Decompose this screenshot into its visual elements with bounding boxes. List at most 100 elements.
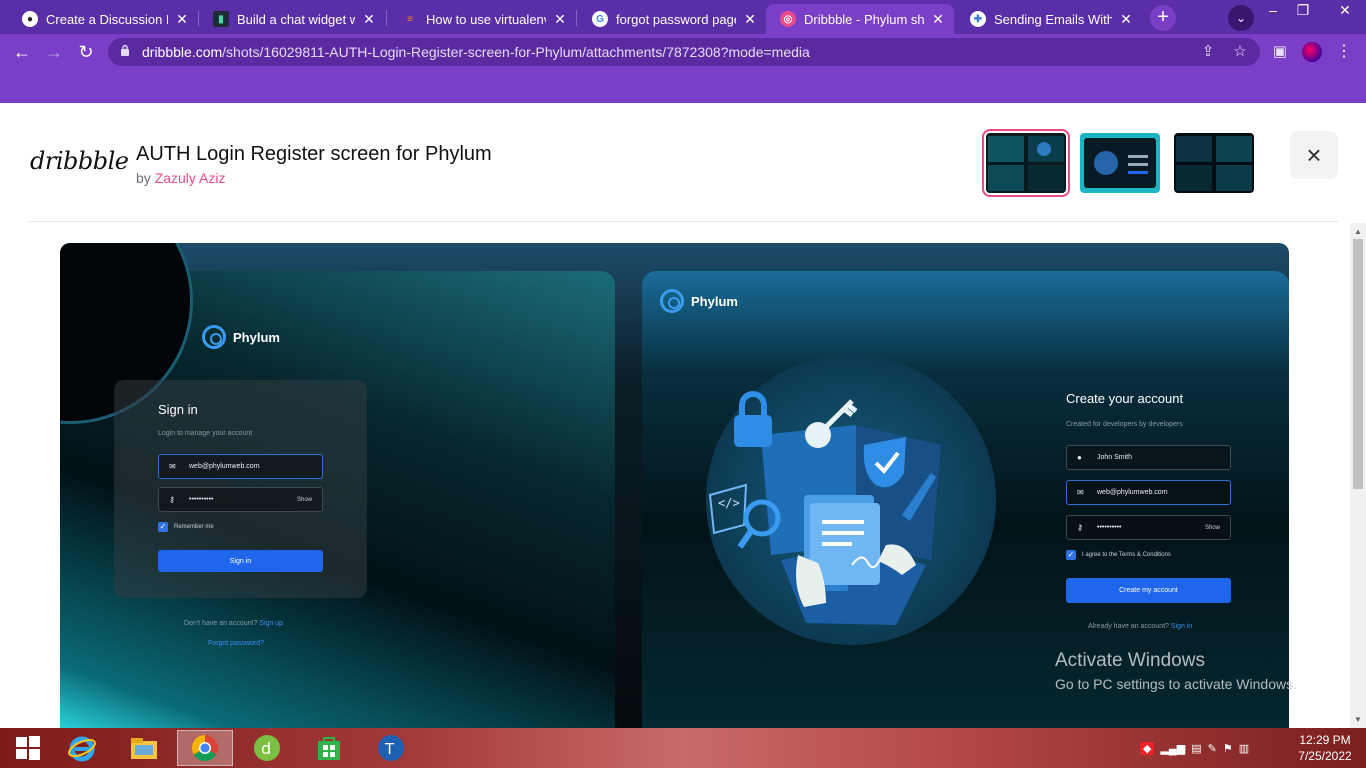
show-password-label: Show bbox=[1204, 524, 1220, 531]
tab-github-discussion[interactable]: ● Create a Discussion For ✕ bbox=[8, 4, 198, 34]
minimize-icon[interactable]: – bbox=[1258, 0, 1288, 22]
scroll-thumb[interactable] bbox=[1353, 239, 1363, 489]
signin-link: Sign in bbox=[1170, 623, 1193, 630]
pen-icon[interactable]: ✎ bbox=[1208, 742, 1217, 755]
profile-avatar[interactable] bbox=[1302, 42, 1322, 62]
share-icon[interactable]: ⇪ bbox=[1198, 42, 1218, 62]
chrome-logo-icon bbox=[191, 734, 218, 762]
page-scrollbar[interactable]: ▲ ▼ bbox=[1350, 223, 1366, 728]
url-host: dribbble.com bbox=[142, 44, 223, 60]
scroll-down-icon[interactable]: ▼ bbox=[1354, 715, 1362, 724]
tab-title: forgot password page - bbox=[616, 11, 736, 27]
brand-name: Phylum bbox=[233, 329, 280, 345]
system-clock[interactable]: 12:29 PM 7/25/2022 bbox=[1290, 732, 1360, 764]
signin-password-field: ⚷ •••••••••• Show bbox=[158, 487, 323, 512]
svg-text:T: T bbox=[384, 740, 395, 758]
windows-taskbar: d T ◆ ▂▄▆ ▤ ✎ ⚑ ▥ 12:29 PM 7/25/2022 bbox=[0, 728, 1366, 768]
checkmark-icon: ✓ bbox=[158, 522, 168, 532]
github-icon: ● bbox=[22, 11, 38, 27]
phylum-brand: Phylum bbox=[660, 289, 738, 313]
bookmark-star-icon[interactable]: ☆ bbox=[1230, 42, 1250, 62]
signin-screen: Phylum Sign in Login to manage your acco… bbox=[60, 243, 615, 728]
app-icon[interactable]: T bbox=[363, 730, 419, 766]
reload-icon[interactable]: ↻ bbox=[74, 40, 98, 64]
restore-icon[interactable]: ❐ bbox=[1288, 0, 1318, 22]
forgot-password-link: Forgot password? bbox=[208, 640, 265, 647]
tab-dribbble-phylum[interactable]: ◎ Dribbble - Phylum shot ✕ bbox=[766, 4, 954, 34]
dribbble-logo[interactable]: dribbble bbox=[30, 147, 129, 175]
tab-sending-emails[interactable]: ✚ Sending Emails With Py ✕ bbox=[956, 4, 1142, 34]
register-email-field: ✉ web@phylumweb.com bbox=[1066, 480, 1231, 505]
tab-chat-widget[interactable]: ▮ Build a chat widget with ✕ bbox=[199, 4, 385, 34]
back-arrow-icon[interactable]: ← bbox=[10, 40, 34, 64]
close-tab-icon[interactable]: ✕ bbox=[930, 11, 946, 28]
tab-search-chevron-icon[interactable]: ⌄ bbox=[1228, 5, 1254, 31]
close-tab-icon[interactable]: ✕ bbox=[552, 11, 568, 28]
shot-title: AUTH Login Register screen for Phylum bbox=[136, 143, 492, 165]
notification-icon[interactable]: ◆ bbox=[1140, 741, 1155, 755]
blue-app-logo-icon: T bbox=[378, 735, 404, 761]
flag-icon[interactable]: ⚑ bbox=[1223, 742, 1233, 755]
network-icon[interactable]: ▥ bbox=[1239, 742, 1249, 755]
tab-divider bbox=[576, 10, 577, 26]
tab-google-forgot-password[interactable]: G forgot password page - ✕ bbox=[578, 4, 766, 34]
internet-explorer-icon[interactable] bbox=[54, 730, 110, 766]
activate-windows-watermark: Activate Windows Go to PC settings to ac… bbox=[1055, 650, 1297, 692]
scroll-up-icon[interactable]: ▲ bbox=[1354, 227, 1362, 236]
tab-virtualenv[interactable]: ≡ How to use virtualenv w ✕ bbox=[388, 4, 576, 34]
signal-icon[interactable]: ▂▄▆ bbox=[1160, 742, 1185, 755]
system-tray: ◆ ▂▄▆ ▤ ✎ ⚑ ▥ bbox=[1140, 734, 1249, 762]
attachment-thumbnail-3[interactable] bbox=[1174, 133, 1254, 193]
tab-title: Build a chat widget with bbox=[237, 11, 355, 27]
security-illustration: </> bbox=[706, 355, 996, 645]
close-tab-icon[interactable]: ✕ bbox=[174, 11, 190, 28]
chrome-icon[interactable] bbox=[177, 730, 233, 766]
watermark-subtitle: Go to PC settings to activate Windows. bbox=[1055, 676, 1297, 692]
file-explorer-icon[interactable] bbox=[116, 730, 172, 766]
signin-subtitle: Login to manage your account bbox=[158, 430, 253, 437]
remember-me-checkbox: ✓ Remember me bbox=[158, 522, 214, 532]
signin-email-field: ✉ web@phylumweb.com bbox=[158, 454, 323, 479]
phylum-brand: Phylum bbox=[202, 325, 280, 349]
register-password-field: ⚷ •••••••••• Show bbox=[1066, 515, 1231, 540]
name-value: John Smith bbox=[1097, 454, 1133, 461]
dribbble-icon: ◎ bbox=[780, 11, 796, 27]
stackoverflow-icon: ≡ bbox=[407, 13, 413, 25]
dribbble-media-page: dribbble AUTH Login Register screen for … bbox=[0, 103, 1366, 728]
close-tab-icon[interactable]: ✕ bbox=[742, 11, 758, 28]
forward-arrow-icon[interactable]: → bbox=[42, 40, 66, 64]
dreamweaver-logo-icon: d bbox=[254, 735, 280, 761]
side-panel-icon[interactable]: ▣ bbox=[1270, 42, 1290, 62]
clock-time: 12:29 PM bbox=[1299, 733, 1351, 747]
email-value: web@phylumweb.com bbox=[189, 463, 260, 470]
close-button[interactable]: × bbox=[1290, 131, 1338, 179]
attachment-thumbnail-1[interactable] bbox=[986, 133, 1066, 193]
clipboard-icon[interactable]: ▤ bbox=[1191, 742, 1201, 755]
signup-prompt: Don't have an account? Sign up bbox=[184, 620, 283, 627]
close-tab-icon[interactable]: ✕ bbox=[1118, 11, 1134, 28]
close-tab-icon[interactable]: ✕ bbox=[361, 11, 377, 28]
attachment-thumbnail-2[interactable] bbox=[1080, 133, 1160, 193]
terms-label: I agree to the Terms & Conditions bbox=[1082, 552, 1171, 558]
register-subtitle: Created for developers by developers bbox=[1066, 421, 1183, 428]
kebab-menu-icon[interactable]: ⋮ bbox=[1336, 40, 1352, 64]
thumbnail-image bbox=[1174, 133, 1254, 193]
store-icon[interactable] bbox=[301, 730, 357, 766]
tab-title: Create a Discussion For bbox=[46, 11, 168, 27]
new-tab-button[interactable]: + bbox=[1150, 5, 1176, 31]
browser-toolbar: ← → ↻ dribbble.com/shots/16029811-AUTH-L… bbox=[0, 34, 1366, 70]
tab-title: Sending Emails With Py bbox=[994, 11, 1112, 27]
mail-icon: ✉ bbox=[1077, 488, 1084, 497]
ie-logo-icon bbox=[68, 736, 96, 762]
google-icon: G bbox=[592, 11, 608, 27]
windows-logo-icon bbox=[16, 736, 40, 760]
author-link[interactable]: Zazuly Aziz bbox=[155, 170, 226, 186]
brand-name: Phylum bbox=[691, 293, 738, 309]
windows-start-icon[interactable] bbox=[0, 730, 56, 766]
close-window-icon[interactable]: ✕ bbox=[1330, 0, 1360, 22]
have-account-text: Already have an account? bbox=[1088, 623, 1169, 630]
signin-card: Sign in Login to manage your account ✉ w… bbox=[114, 380, 367, 598]
dreamweaver-icon[interactable]: d bbox=[239, 730, 295, 766]
address-bar[interactable]: dribbble.com/shots/16029811-AUTH-Login-R… bbox=[108, 38, 1260, 66]
signin-title: Sign in bbox=[158, 402, 198, 417]
